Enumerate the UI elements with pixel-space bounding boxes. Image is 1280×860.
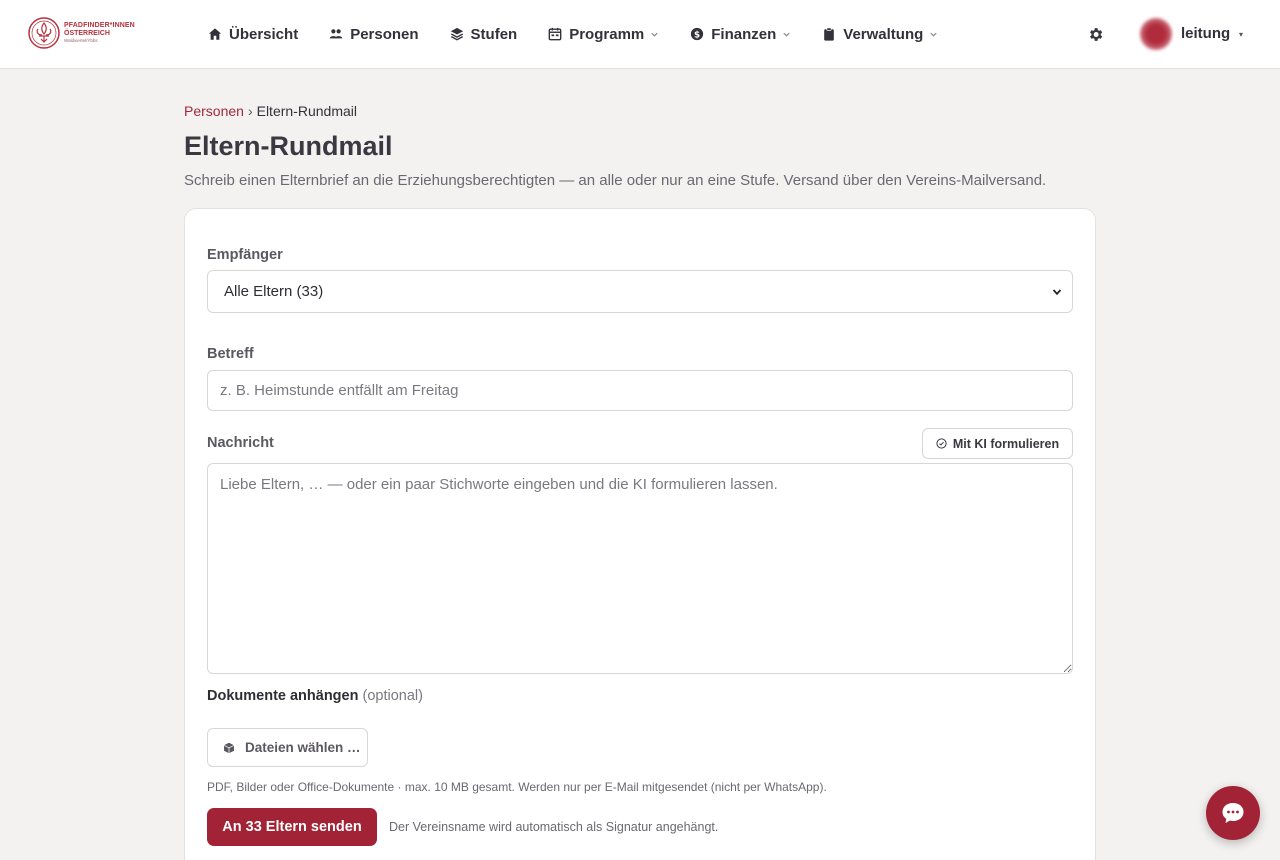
choose-files-label: Dateien wählen …	[245, 740, 361, 755]
clipboard-icon	[822, 27, 836, 41]
chat-button[interactable]	[1206, 786, 1260, 840]
nav-item-uebersicht[interactable]: Übersicht	[208, 26, 298, 43]
logo-wordmark: PFADFINDER*INNEN ÖSTERREICH Waldviertel/…	[64, 22, 135, 44]
breadcrumb-current: Eltern-Rundmail	[256, 103, 357, 119]
message-label: Nachricht	[207, 435, 274, 451]
nav-item-personen[interactable]: Personen	[329, 25, 419, 43]
message-textarea[interactable]	[207, 463, 1073, 674]
attachments-label: Dokumente anhängen (optional)	[207, 688, 423, 704]
nav-label: Stufen	[470, 25, 518, 43]
organization-logo[interactable]: PFADFINDER*INNEN ÖSTERREICH Waldviertel/…	[28, 16, 140, 50]
box-icon	[223, 742, 235, 754]
chat-bubble-icon	[1222, 803, 1244, 823]
user-name[interactable]: leitung	[1181, 25, 1230, 42]
settings-gear-icon[interactable]	[1087, 26, 1104, 43]
send-mail-button[interactable]: An 33 Eltern senden	[207, 808, 377, 846]
fleur-de-lis-logo-icon	[28, 17, 60, 49]
breadcrumb-link-personen[interactable]: Personen	[184, 103, 244, 119]
nav-item-programm[interactable]: Programm	[548, 26, 659, 43]
svg-text:$: $	[694, 30, 700, 40]
subject-input[interactable]	[207, 370, 1073, 411]
nav-label: Übersicht	[229, 25, 299, 43]
nav-label: Personen	[350, 25, 419, 43]
breadcrumb-separator: ›	[247, 103, 253, 119]
ai-compose-label: Mit KI formulieren	[952, 436, 1060, 451]
dollar-circle-icon: $	[690, 27, 704, 41]
nav-label: Verwaltung	[843, 25, 924, 43]
user-menu-caret-icon[interactable]: ▾	[1239, 30, 1243, 39]
top-navigation-bar: PFADFINDER*INNEN ÖSTERREICH Waldviertel/…	[0, 0, 1280, 69]
recipients-selected-value: Alle Eltern (33)	[224, 283, 324, 300]
subject-label: Betreff	[207, 346, 254, 362]
logo-line-3: Waldviertel/Ybbs	[64, 38, 98, 44]
chevron-down-icon	[650, 30, 659, 39]
recipients-label: Empfänger	[207, 247, 283, 263]
page-title: Eltern-Rundmail	[184, 131, 393, 161]
logo-line-1: PFADFINDER*INNEN	[64, 22, 135, 30]
nav-label: Finanzen	[711, 25, 777, 43]
home-icon	[208, 27, 222, 41]
attachments-hint: PDF, Bilder oder Office-Dokumente · max.…	[207, 780, 827, 794]
attachments-optional-text: (optional)	[362, 688, 423, 704]
chevron-down-icon	[782, 30, 791, 39]
user-avatar[interactable]	[1140, 18, 1172, 50]
choose-files-button[interactable]: Dateien wählen …	[207, 728, 368, 767]
nav-item-verwaltung[interactable]: Verwaltung	[822, 26, 938, 43]
logo-line-2: ÖSTERREICH	[64, 30, 110, 38]
layers-icon	[450, 27, 464, 41]
users-icon	[329, 27, 343, 41]
nav-item-finanzen[interactable]: $ Finanzen	[690, 26, 791, 43]
main-nav: Übersicht Personen Stufen Programm $ Fin…	[208, 0, 969, 68]
ai-compose-button[interactable]: Mit KI formulieren	[922, 428, 1073, 459]
signature-note: Der Vereinsname wird automatisch als Sig…	[389, 820, 719, 834]
attachments-label-text: Dokumente anhängen	[207, 688, 359, 704]
nav-label: Programm	[569, 25, 645, 43]
breadcrumb: Personen › Eltern-Rundmail	[184, 103, 357, 119]
calendar-icon	[548, 27, 562, 41]
mail-form-card: Empfänger Alle Eltern (33) Betreff Nachr…	[184, 208, 1096, 860]
nav-item-stufen[interactable]: Stufen	[450, 25, 518, 43]
check-circle-icon	[936, 438, 947, 449]
chevron-down-icon	[929, 30, 938, 39]
recipients-select[interactable]: Alle Eltern (33)	[207, 270, 1073, 313]
page-description: Schreib einen Elternbrief an die Erziehu…	[184, 172, 1047, 189]
chevron-down-icon	[1052, 289, 1062, 296]
